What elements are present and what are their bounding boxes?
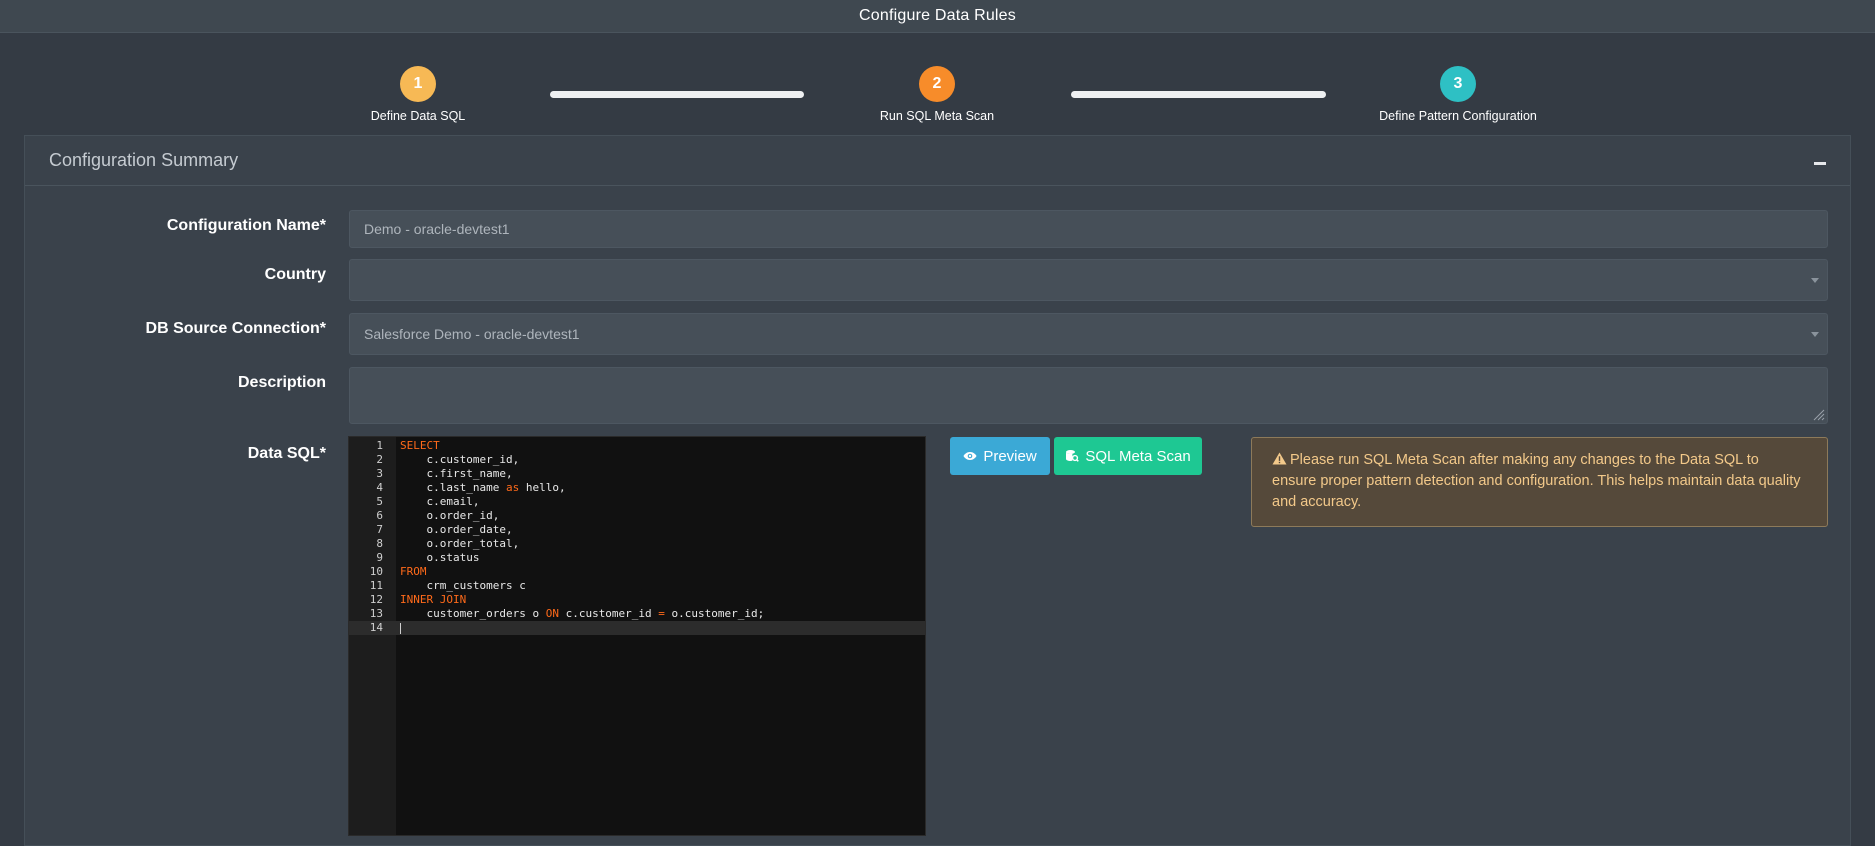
eye-icon bbox=[963, 452, 977, 460]
resize-handle-icon[interactable] bbox=[1813, 409, 1825, 421]
code-text: INNER JOIN bbox=[400, 593, 467, 606]
description-label: Description bbox=[237, 374, 326, 391]
sql-code-editor[interactable]: 1 SELECT 2 c.customer_id, 3 c.first_name, 4 … bbox=[348, 436, 926, 836]
step-define-data-sql[interactable]: 1 Define Data SQL bbox=[298, 66, 538, 123]
code-text: o.order_total, bbox=[400, 537, 520, 550]
line-number: 6 bbox=[376, 509, 383, 522]
line-number: 7 bbox=[376, 523, 383, 536]
code-line: 10 FROM bbox=[349, 565, 925, 579]
page-title: Configure Data Rules bbox=[859, 7, 1016, 24]
top-bar: Configure Data Rules bbox=[0, 0, 1875, 33]
line-number: 5 bbox=[376, 495, 383, 508]
step-label: Define Data SQL bbox=[370, 109, 466, 123]
code-text: c.email, bbox=[400, 495, 480, 508]
meta-scan-warning-alert: Please run SQL Meta Scan after making an… bbox=[1251, 437, 1828, 527]
line-number: 9 bbox=[376, 551, 383, 564]
code-line: 14 bbox=[349, 621, 925, 635]
code-text: o.status bbox=[400, 551, 480, 564]
line-number: 2 bbox=[376, 453, 383, 466]
config-name-input[interactable]: Demo - oracle-devtest1 bbox=[349, 210, 1828, 248]
code-line: 13 customer_orders o ON c.customer_id = … bbox=[349, 607, 925, 621]
chevron-down-icon bbox=[1811, 278, 1819, 283]
code-text: c.first_name, bbox=[400, 467, 513, 480]
line-number: 8 bbox=[376, 537, 383, 550]
db-source-label: DB Source Connection* bbox=[145, 320, 326, 337]
country-select[interactable] bbox=[349, 259, 1828, 301]
db-source-value: Salesforce Demo - oracle-devtest1 bbox=[364, 326, 580, 342]
description-textarea[interactable] bbox=[349, 367, 1828, 424]
code-text: c.customer_id, bbox=[400, 453, 520, 466]
line-number: 3 bbox=[376, 467, 383, 480]
line-number: 10 bbox=[369, 565, 383, 578]
step-connector bbox=[1071, 91, 1326, 98]
card-title: Configuration Summary bbox=[49, 150, 239, 170]
line-number: 11 bbox=[369, 579, 383, 592]
code-text: o.order_id, bbox=[400, 509, 500, 522]
code-line: 3 c.first_name, bbox=[349, 467, 925, 481]
step-label: Define Pattern Configuration bbox=[1379, 109, 1537, 123]
step-label: Run SQL Meta Scan bbox=[879, 109, 995, 123]
code-line: 8 o.order_total, bbox=[349, 537, 925, 551]
code-line: 2 c.customer_id, bbox=[349, 453, 925, 467]
code-line: 1 SELECT bbox=[349, 439, 925, 453]
sql-meta-scan-button-label: SQL Meta Scan bbox=[1085, 447, 1191, 465]
country-label: Country bbox=[264, 266, 326, 283]
line-number: 12 bbox=[369, 593, 383, 606]
wizard-stepper: 1 Define Data SQL 2 Run SQL Meta Scan 3 … bbox=[0, 33, 1875, 128]
code-text: FROM bbox=[400, 565, 427, 578]
preview-button-label: Preview bbox=[983, 447, 1037, 465]
line-number: 1 bbox=[376, 439, 383, 452]
code-line: 4 c.last_name as hello, bbox=[349, 481, 925, 495]
code-text: customer_orders o ON c.customer_id = o.c… bbox=[400, 607, 765, 620]
minus-icon[interactable] bbox=[1814, 162, 1826, 165]
line-number: 4 bbox=[376, 481, 383, 494]
database-search-icon bbox=[1066, 450, 1080, 462]
code-text: crm_customers c bbox=[400, 579, 526, 592]
sql-meta-scan-button[interactable]: SQL Meta Scan bbox=[1054, 437, 1202, 475]
preview-button[interactable]: Preview bbox=[950, 437, 1050, 475]
chevron-down-icon bbox=[1811, 332, 1819, 337]
code-text: o.order_date, bbox=[400, 523, 513, 536]
code-text: c.last_name as hello, bbox=[400, 481, 566, 494]
code-line: 7 o.order_date, bbox=[349, 523, 925, 537]
step-connector bbox=[550, 91, 804, 98]
card-header: Configuration Summary bbox=[25, 136, 1850, 186]
step-number-badge: 3 bbox=[1440, 66, 1476, 102]
alert-text: Please run SQL Meta Scan after making an… bbox=[1272, 452, 1801, 510]
step-define-pattern-configuration[interactable]: 3 Define Pattern Configuration bbox=[1338, 66, 1578, 123]
config-name-label: Configuration Name* bbox=[166, 217, 326, 234]
warning-triangle-icon bbox=[1272, 452, 1287, 465]
step-number-badge: 2 bbox=[919, 66, 955, 102]
code-line: 12 INNER JOIN bbox=[349, 593, 925, 607]
step-number-badge: 1 bbox=[400, 66, 436, 102]
db-source-select[interactable]: Salesforce Demo - oracle-devtest1 bbox=[349, 313, 1828, 355]
code-line: 6 o.order_id, bbox=[349, 509, 925, 523]
step-run-sql-meta-scan[interactable]: 2 Run SQL Meta Scan bbox=[817, 66, 1057, 123]
code-line: 9 o.status bbox=[349, 551, 925, 565]
line-number: 13 bbox=[369, 607, 383, 620]
code-text: SELECT bbox=[400, 439, 440, 452]
text-cursor bbox=[400, 623, 401, 634]
data-sql-label: Data SQL* bbox=[247, 445, 326, 462]
code-line: 11 crm_customers c bbox=[349, 579, 925, 593]
config-name-value: Demo - oracle-devtest1 bbox=[364, 221, 510, 237]
line-number: 14 bbox=[369, 621, 383, 634]
code-line: 5 c.email, bbox=[349, 495, 925, 509]
